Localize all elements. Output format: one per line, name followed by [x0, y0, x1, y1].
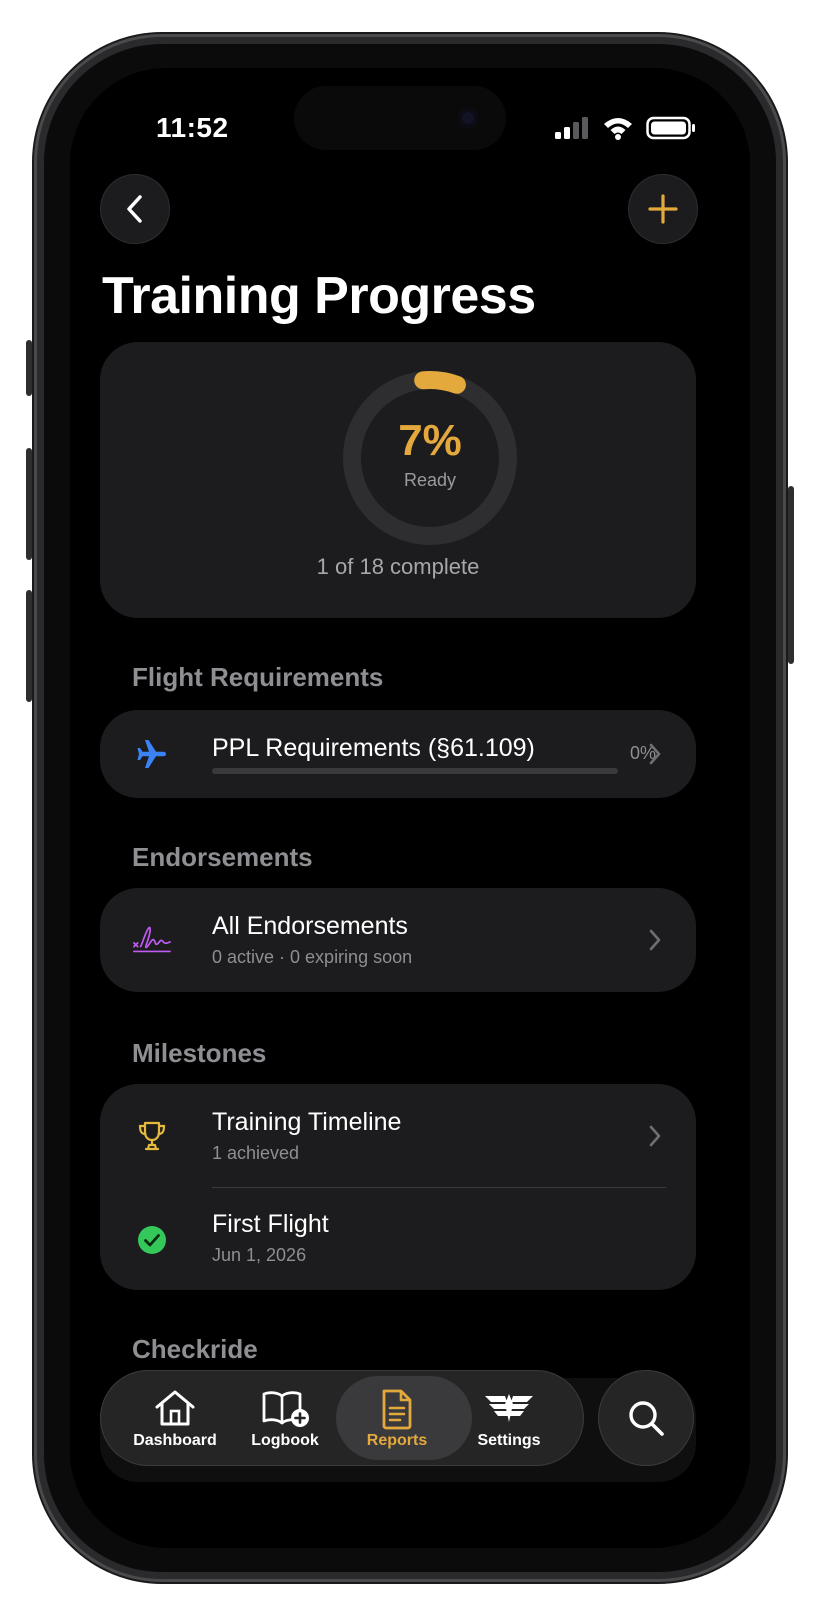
milestones-card: Training Timeline 1 achieved First Fligh…	[100, 1084, 696, 1290]
trophy-icon	[132, 1116, 172, 1156]
section-endorsements: Endorsements	[132, 842, 313, 872]
plus-icon	[648, 194, 678, 224]
chevron-right-icon	[649, 929, 661, 951]
progress-percent: 7%	[398, 416, 462, 465]
chevron-right-icon	[649, 1125, 661, 1147]
section-milestones: Milestones	[132, 1038, 267, 1068]
chevron-left-icon	[127, 195, 142, 223]
status-time: 11:52	[156, 112, 229, 143]
ppl-requirements-row[interactable]: PPL Requirements (§61.109) 0%	[100, 710, 696, 798]
progress-status: Ready	[403, 470, 457, 490]
check-circle-icon	[132, 1220, 172, 1260]
section-checkride: Checkride	[132, 1334, 258, 1364]
completion-count: 1 of 18 complete	[316, 554, 480, 579]
document-icon	[382, 1389, 412, 1430]
training-timeline-title: Training Timeline	[212, 1108, 402, 1136]
wifi-icon	[604, 118, 632, 140]
add-button[interactable]	[628, 174, 698, 244]
back-button[interactable]	[100, 174, 170, 244]
airplane-icon	[132, 734, 172, 774]
tab-reports-label: Reports	[366, 1432, 428, 1449]
screen: 11:52 Training Progress 7% Ready 1 of 18…	[70, 68, 750, 1548]
search-icon	[629, 1401, 664, 1436]
first-flight-title: First Flight	[212, 1210, 329, 1238]
signature-icon	[132, 920, 172, 960]
tab-settings-label: Settings	[477, 1432, 541, 1449]
first-flight-date: Jun 1, 2026	[212, 1245, 307, 1265]
tab-dashboard[interactable]: Dashboard	[116, 1370, 234, 1466]
all-endorsements-title: All Endorsements	[212, 912, 408, 940]
book-plus-icon	[262, 1391, 309, 1427]
training-timeline-subtitle: 1 achieved	[212, 1143, 300, 1163]
all-endorsements-row[interactable]: All Endorsements 0 active · 0 expiring s…	[100, 888, 696, 992]
power-button	[788, 486, 794, 664]
battery-icon	[646, 116, 695, 140]
section-flight-requirements: Flight Requirements	[132, 662, 384, 692]
tab-logbook-label: Logbook	[251, 1432, 319, 1449]
training-timeline-row[interactable]: Training Timeline 1 achieved	[100, 1084, 696, 1188]
ppl-requirements-progress-track	[212, 768, 618, 774]
all-endorsements-subtitle: 0 active · 0 expiring soon	[212, 947, 413, 967]
tab-bar: Dashboard Logbook Reports Settings	[100, 1370, 584, 1466]
cellular-signal-icon	[555, 117, 588, 139]
progress-summary-card: 7% Ready 1 of 18 complete	[100, 342, 696, 618]
wings-icon	[485, 1394, 533, 1422]
volume-down-button	[26, 590, 32, 702]
progress-ring: 7% Ready	[340, 368, 520, 548]
tab-settings[interactable]: Settings	[450, 1370, 568, 1466]
ppl-requirements-title: PPL Requirements (§61.109)	[212, 734, 535, 762]
tab-logbook[interactable]: Logbook	[226, 1370, 344, 1466]
search-button[interactable]	[598, 1370, 694, 1466]
house-icon	[155, 1390, 195, 1426]
action-button	[26, 340, 32, 396]
volume-up-button	[26, 448, 32, 560]
dynamic-island	[294, 86, 506, 150]
tab-dashboard-label: Dashboard	[133, 1432, 217, 1449]
first-flight-row: First Flight Jun 1, 2026	[100, 1188, 696, 1290]
status-icons	[554, 116, 696, 140]
chevron-right-icon	[649, 743, 661, 765]
tab-reports[interactable]: Reports	[336, 1370, 472, 1466]
page-title: Training Progress	[102, 267, 536, 325]
